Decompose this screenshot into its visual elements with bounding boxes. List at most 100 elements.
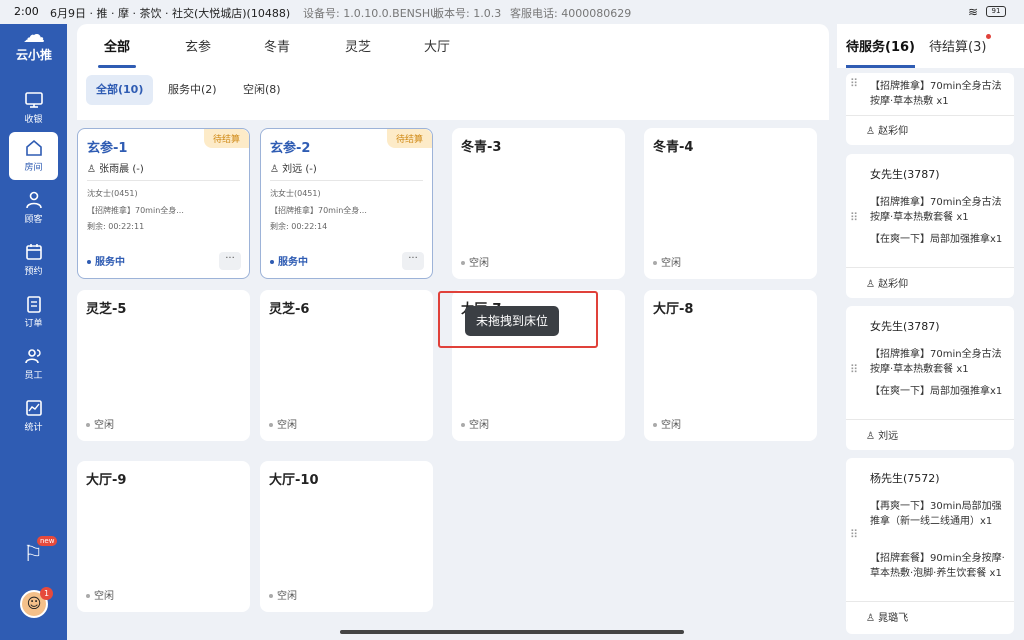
room-service: 【招牌推拿】70min全身... — [87, 206, 184, 215]
order-customer: 杨先生(7572) — [870, 472, 940, 485]
tab-pending-settlement[interactable]: 待结算(3) — [929, 34, 992, 55]
sidebar-item-staff[interactable]: 员工 — [9, 340, 58, 388]
wifi-icon: ≋ — [968, 5, 979, 19]
chart-icon — [25, 400, 42, 416]
room-card[interactable]: 冬青-3 空闲 — [452, 128, 625, 279]
app-logo: ☁ 云小推 — [10, 24, 58, 68]
room-staff: ♙ 刘远 (-) — [270, 160, 317, 175]
unread-dot — [986, 34, 992, 39]
support-phone: 客服电话: 4000080629 — [510, 7, 632, 20]
room-card[interactable]: 冬青-4 空闲 — [644, 128, 817, 279]
avatar[interactable]: ☺ 1 — [20, 587, 53, 618]
room-state: 服务中 — [270, 253, 308, 268]
order-technician: ♙ 晁璐飞 — [866, 609, 908, 624]
room-card[interactable]: 玄参-1 待结算 ♙ 张雨晨 (-) 沈女士(0451) 【招牌推拿】70min… — [77, 128, 250, 279]
tab-xuanshen[interactable]: 玄参 — [185, 36, 211, 55]
avatar-face-icon: ☺ — [26, 596, 42, 612]
sidebar-item-label: 员工 — [24, 371, 43, 381]
room-card[interactable]: 玄参-2 待结算 ♙ 刘远 (-) 沈女士(0451) 【招牌推拿】70min全… — [260, 128, 433, 279]
room-state: 空闲 — [653, 416, 681, 431]
tab-pending-settlement-label: 待结算(3) — [929, 40, 987, 55]
queue-tabs: 待服务(16) 待结算(3) — [837, 24, 1024, 68]
new-badge: new — [37, 536, 58, 546]
order-customer: 女先生(3787) — [870, 168, 940, 181]
order-card[interactable]: 女先生(3787) ⠿ 【招牌推拿】70min全身古法按摩·草本热敷套餐 x1 … — [846, 306, 1014, 450]
sidebar-item-statistics[interactable]: 统计 — [9, 392, 58, 440]
person-icon — [25, 191, 42, 209]
promo-button[interactable]: ⚐ new — [15, 536, 58, 576]
room-card[interactable]: 大厅-8 空闲 — [644, 290, 817, 441]
tab-all[interactable]: 全部 — [97, 36, 137, 68]
more-options-button[interactable]: ··· — [219, 252, 241, 270]
room-card[interactable]: 大厅-9 空闲 — [77, 461, 250, 612]
room-name: 灵芝-6 — [269, 302, 310, 317]
room-customer: 沈女士(0451) — [270, 189, 321, 198]
divider — [846, 115, 1014, 116]
sidebar-item-reservations[interactable]: 预约 — [9, 236, 58, 284]
room-card[interactable]: 灵芝-6 空闲 — [260, 290, 433, 441]
status-bar: 2:00 6月9日 · 推 · 摩 · 茶饮 · 社交(大悦城店)(10488)… — [0, 0, 1024, 24]
order-technician: ♙ 赵彩仰 — [866, 122, 908, 137]
room-service: 【招牌推拿】70min全身... — [270, 206, 367, 215]
room-name: 大厅-9 — [86, 473, 127, 488]
tab-lingzhi[interactable]: 灵芝 — [345, 36, 371, 55]
filter-idle[interactable]: 空闲(8) — [233, 75, 291, 105]
sidebar-item-label: 预约 — [24, 267, 43, 277]
technician-name: 晁璐飞 — [878, 613, 909, 624]
shop-name: 6月9日 · 推 · 摩 · 茶饮 · 社交(大悦城店)(10488) — [50, 7, 291, 20]
room-card[interactable]: 灵芝-5 空闲 — [77, 290, 250, 441]
tab-pending-service[interactable]: 待服务(16) — [846, 36, 915, 68]
sidebar-item-orders[interactable]: 订单 — [9, 288, 58, 336]
home-icon — [25, 139, 42, 156]
technician-icon: ♙ — [866, 126, 879, 137]
technician-icon: ♙ — [866, 431, 879, 442]
sidebar-item-rooms[interactable]: 房间 — [9, 132, 58, 180]
room-name: 冬青-3 — [461, 140, 502, 155]
status-badge: 待结算 — [203, 129, 249, 148]
sidebar: ☁ 云小推 收银 房间 顾客 预约 订单 员工 统计 ⚐ new ☺ 1 — [0, 24, 67, 640]
sidebar-item-cashier[interactable]: 收银 — [9, 84, 58, 132]
order-card[interactable]: 杨先生(7572) ⠿ 【再爽一下】30min局部加强推拿（新一线二线通用）x1… — [846, 458, 1014, 634]
divider — [846, 419, 1014, 420]
filter-serving[interactable]: 服务中(2) — [158, 75, 227, 105]
calendar-icon — [25, 244, 42, 260]
battery-icon: 91 — [986, 6, 1006, 17]
version-number: 版本号: 1.0.3 — [433, 7, 502, 20]
drag-handle-icon[interactable]: ⠿ — [850, 77, 858, 90]
home-indicator[interactable] — [340, 630, 684, 634]
room-remaining-time: 剩余: 00:22:14 — [270, 222, 328, 231]
room-state: 服务中 — [87, 253, 125, 268]
order-card[interactable]: ⠿ 【招牌推拿】70min全身古法按摩·草本热敷 x1 ♙ 赵彩仰 — [846, 73, 1014, 145]
status-filters: 全部(10) 服务中(2) 空闲(8) — [77, 70, 829, 120]
room-staff-name: 刘远 (-) — [282, 164, 317, 175]
room-card[interactable]: 大厅-10 空闲 — [260, 461, 433, 612]
technician-icon: ♙ — [87, 164, 100, 175]
order-technician: ♙ 刘远 — [866, 427, 898, 442]
technician-name: 赵彩仰 — [878, 279, 909, 290]
order-item: 【招牌推拿】70min全身古法按摩·草本热敷套餐 x1 — [870, 197, 1002, 223]
drag-handle-icon[interactable]: ⠿ — [850, 363, 858, 376]
monitor-icon — [24, 92, 43, 108]
drag-handle-icon[interactable]: ⠿ — [850, 211, 858, 224]
room-remaining-time: 剩余: 00:22:11 — [87, 222, 145, 231]
logo-text: 云小推 — [15, 48, 52, 62]
order-queue-panel: 待服务(16) 待结算(3) ⠿ 【招牌推拿】70min全身古法按摩·草本热敷 … — [837, 24, 1024, 640]
order-card[interactable]: 女先生(3787) ⠿ 【招牌推拿】70min全身古法按摩·草本热敷套餐 x1 … — [846, 154, 1014, 298]
room-state: 空闲 — [269, 416, 297, 431]
room-state: 空闲 — [653, 254, 681, 269]
divider — [87, 180, 240, 181]
order-item: 【在爽一下】局部加强推拿x1 — [870, 234, 1003, 245]
order-item: 【在爽一下】局部加强推拿x1 — [870, 386, 1003, 397]
filter-all[interactable]: 全部(10) — [86, 75, 154, 105]
room-state: 空闲 — [86, 587, 114, 602]
group-icon — [24, 349, 41, 364]
technician-icon: ♙ — [270, 164, 283, 175]
order-technician: ♙ 赵彩仰 — [866, 275, 908, 290]
room-name: 大厅-10 — [269, 473, 319, 488]
tab-dongqing[interactable]: 冬青 — [264, 36, 290, 55]
drag-handle-icon[interactable]: ⠿ — [850, 528, 858, 541]
more-options-button[interactable]: ··· — [402, 252, 424, 270]
sidebar-item-label: 房间 — [24, 163, 43, 173]
sidebar-item-customers[interactable]: 顾客 — [9, 184, 58, 232]
tab-hall[interactable]: 大厅 — [424, 36, 450, 55]
